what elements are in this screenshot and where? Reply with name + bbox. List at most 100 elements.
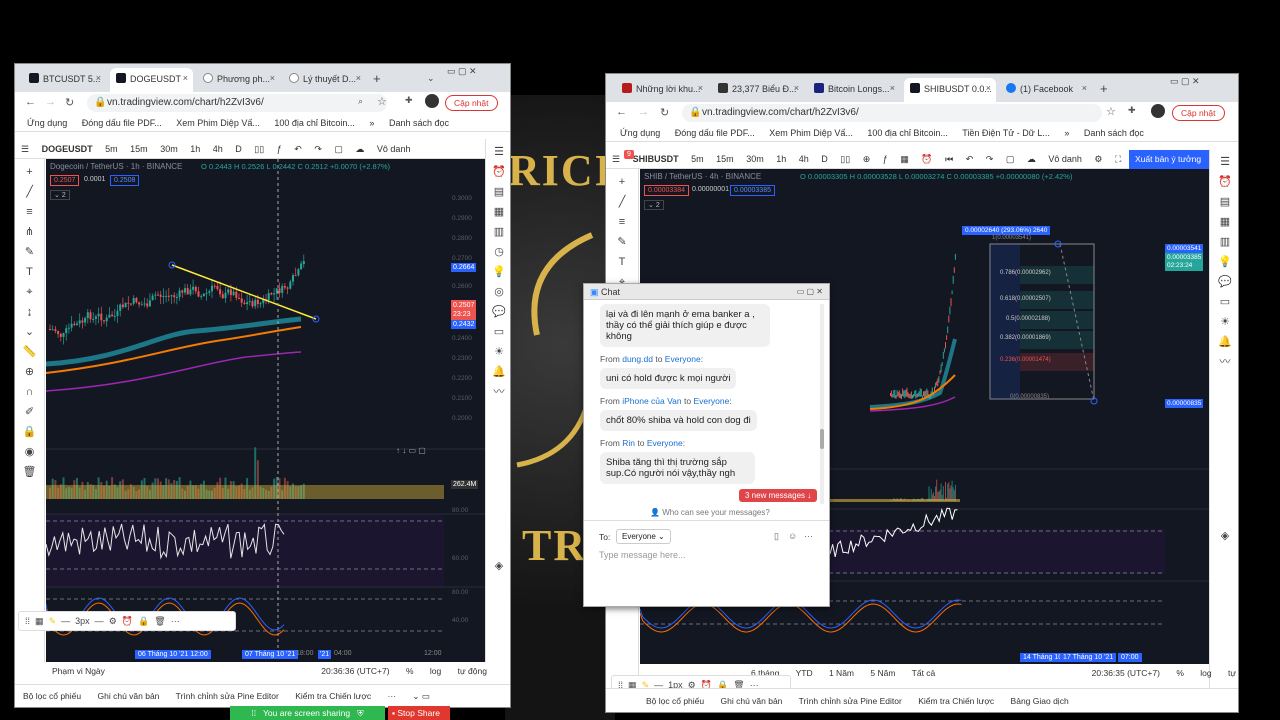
template-icon[interactable]: ▦ [35,616,44,626]
text-icon[interactable]: T [615,255,629,269]
alert-icon[interactable]: ⏰ [921,154,932,164]
interval-1h[interactable]: 1h [776,154,786,164]
tab-pine-editor[interactable]: Trình chỉnh sửa Pine Editor [799,696,902,706]
trash-icon[interactable]: 🗑 [154,616,165,626]
tab-phuong-phap[interactable]: Phương ph... × [197,68,280,92]
tab-search-icon[interactable]: ⌄ [427,73,435,84]
pulse-icon[interactable]: 〰 [1218,355,1232,369]
redo-icon[interactable]: ↷ [314,144,322,154]
hotlist-icon[interactable]: ▦ [1218,215,1232,229]
chat-scrollbar[interactable] [820,304,824,504]
time-range-select[interactable]: Phạm vi Ngày [52,666,105,676]
more-icon[interactable]: ··· [804,531,813,541]
bookmark-more[interactable]: » [1064,128,1069,138]
undo-icon[interactable]: ↶ [294,144,302,154]
tab-facebook[interactable]: (1) Facebook × [1000,78,1092,102]
crosshair-icon[interactable]: + [23,165,37,179]
chat-scroll-thumb[interactable] [820,429,824,449]
fullscreen-icon[interactable]: ⛶ [1115,154,1121,164]
interval-15m[interactable]: 15m [716,154,734,164]
tab-strategy-tester[interactable]: Kiểm tra Chiến lược [918,696,994,706]
file-icon[interactable]: ▯ [774,531,779,542]
tab-trading-panel[interactable]: Bảng Giao dịch [1011,696,1069,706]
extensions-icon[interactable]: ✚ [405,95,413,106]
pulse-icon[interactable]: 〰 [492,385,506,399]
calendar-icon[interactable]: ▥ [492,225,506,239]
window-controls-icon[interactable]: ▭ ▢ ✕ [447,66,477,77]
forward-icon[interactable]: → [45,96,56,108]
new-messages-button[interactable]: 3 new messages ↓ [739,489,818,502]
percent-toggle[interactable]: % [1176,668,1184,678]
avatar[interactable] [425,94,439,108]
log-toggle[interactable]: log [1200,668,1211,678]
range-1y[interactable]: 1 Năm [829,668,854,678]
clock-icon[interactable]: ◷ [492,245,506,259]
interval-30m[interactable]: 30m [160,144,178,154]
interval-1h[interactable]: 1h [190,144,200,154]
extensions-icon[interactable]: ✚ [1128,105,1136,116]
bookmark-reading-list[interactable]: Danh sách đọc [1084,128,1144,138]
layout-name[interactable]: Vô danh [377,144,411,154]
interval-d[interactable]: D [821,154,828,164]
data-window-icon[interactable]: ▤ [1218,195,1232,209]
back-icon[interactable]: ← [616,106,627,118]
drag-handle-icon[interactable]: ⁞⁞ [25,616,30,626]
percent-toggle[interactable]: % [406,666,414,676]
data-window-icon[interactable]: ▤ [492,185,506,199]
update-button[interactable]: Cập nhật [445,95,498,111]
crosshair-icon[interactable]: + [615,175,629,189]
back-icon[interactable]: ← [25,96,36,108]
window-controls-icon[interactable]: ▭ ▢ ✕ [797,287,823,296]
watchlist-icon[interactable]: ☰ [1218,155,1232,169]
line-style-icon[interactable]: — [61,616,70,626]
new-tab-plus-icon[interactable]: + [1100,81,1108,96]
dash-icon[interactable]: — [95,616,104,626]
close-icon[interactable]: × [96,73,101,83]
bulb-icon[interactable]: ☀ [1218,315,1232,329]
url-field[interactable]: 🔒 vn.tradingview.com/chart/h2ZvI3v6/ [87,94,387,112]
interval-30m[interactable]: 30m [746,154,764,164]
pencil-icon[interactable]: ✎ [49,616,57,626]
avatar[interactable] [1151,104,1165,118]
zoom-icon[interactable]: ⊕ [23,365,37,379]
log-toggle[interactable]: log [430,666,441,676]
tab-text-notes[interactable]: Ghi chú văn bản [721,696,783,706]
close-icon[interactable]: × [183,73,188,83]
measure-icon[interactable]: ↨ [23,305,37,319]
undo-icon[interactable]: ↶ [966,154,974,164]
bookmark-apps[interactable]: Ứng dụng [27,118,67,128]
chat-icon[interactable]: 💬 [1218,275,1232,289]
bookmark-bitcoin[interactable]: 100 địa chỉ Bitcoin... [867,128,948,138]
doge-chart[interactable]: Dogecoin / TetherUS · 1h · BINANCE O 0.2… [46,159,485,662]
chevron-down-icon[interactable]: ⌄ [23,325,37,339]
interval-5m[interactable]: 5m [691,154,704,164]
lock-icon[interactable]: 🔒 [23,425,37,439]
price-axis[interactable]: 0.3000 0.2900 0.2800 0.2700 0.2600 0.240… [444,159,485,459]
message-icon[interactable]: ▭ [1218,295,1232,309]
bookmark-phim[interactable]: Xem Phim Diệp Vấ... [176,118,260,128]
text-icon[interactable]: T [23,265,37,279]
pane-controls[interactable]: ↑ ↓ ▭ ▢ [396,446,426,455]
chart-type-icon[interactable]: ▯▯ [254,144,264,154]
range-ytd[interactable]: YTD [796,668,813,678]
range-all[interactable]: Tất cả [912,668,936,678]
trendline-icon[interactable]: ╱ [615,195,629,209]
chat-icon[interactable]: 💬 [492,305,506,319]
tab-pine-editor[interactable]: Trình chỉnh sửa Pine Editor [176,691,279,701]
layers-icon[interactable]: ◈ [1218,529,1232,543]
calendar-icon[interactable]: ▥ [1218,235,1232,249]
streams-icon[interactable]: ◎ [492,285,506,299]
reload-icon[interactable]: ↻ [660,106,669,119]
interval-d[interactable]: D [235,144,242,154]
chart-type-icon[interactable]: ▯▯ [840,154,850,164]
symbol-search[interactable]: SHIBUSDT [633,154,679,164]
tab-bitcoin-longs[interactable]: Bitcoin Longs... × [808,78,900,102]
more-button[interactable]: ··· [388,691,397,701]
watchlist-icon[interactable]: ☰ [492,145,506,159]
magnet-icon[interactable]: ∩ [23,385,37,399]
menu-icon[interactable]: ☰ [612,154,620,164]
bookmark-reading-list[interactable]: Danh sách đọc [389,118,449,128]
close-icon[interactable]: × [1082,83,1087,93]
close-icon[interactable]: × [794,83,799,93]
star-icon[interactable]: ☆ [1106,105,1116,118]
